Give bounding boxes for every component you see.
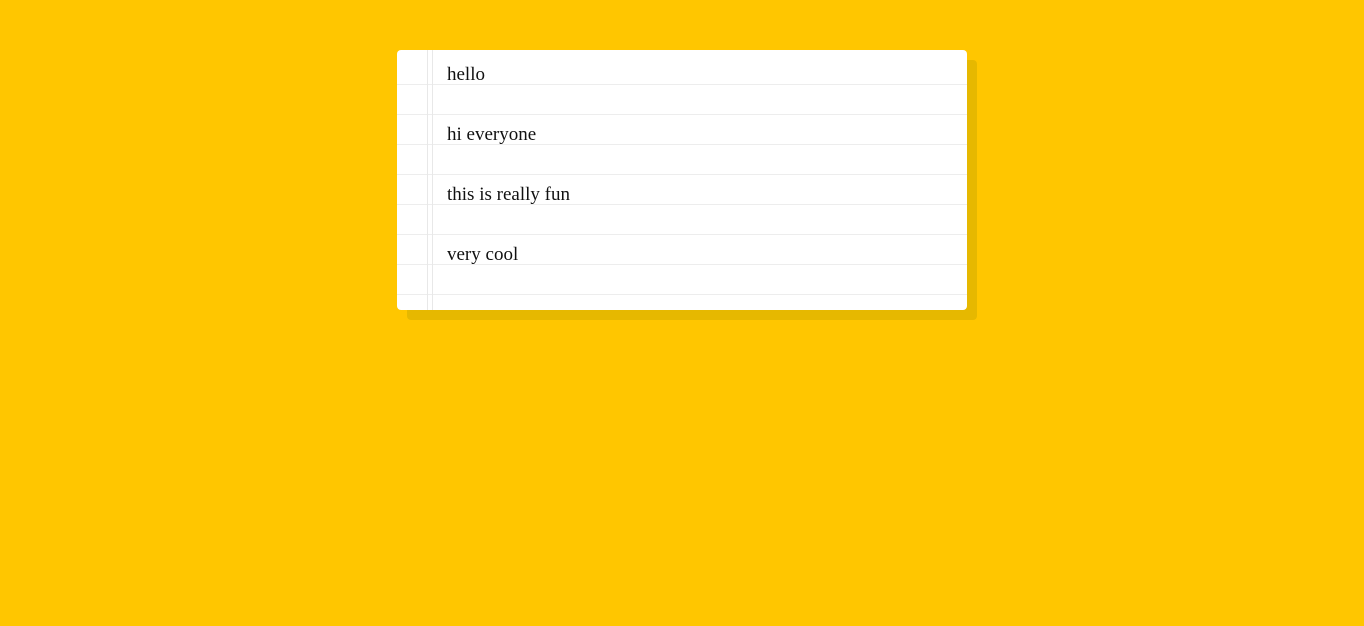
note-card: hello hi everyone this is really fun ver… bbox=[397, 50, 967, 310]
note-line-text: this is really fun bbox=[447, 184, 570, 205]
note-line-text: very cool bbox=[447, 244, 519, 265]
note-line-item[interactable]: hi everyone bbox=[447, 120, 957, 180]
note-line-text: hi everyone bbox=[447, 124, 537, 145]
margin-line-right bbox=[432, 50, 433, 310]
note-line-item[interactable]: hello bbox=[447, 60, 957, 120]
note-lines-list: hello hi everyone this is really fun ver… bbox=[447, 60, 957, 300]
margin-line-left bbox=[427, 50, 428, 310]
note-line-item[interactable]: this is really fun bbox=[447, 180, 957, 240]
note-line-item[interactable]: very cool bbox=[447, 240, 957, 300]
note-line-text: hello bbox=[447, 64, 485, 85]
